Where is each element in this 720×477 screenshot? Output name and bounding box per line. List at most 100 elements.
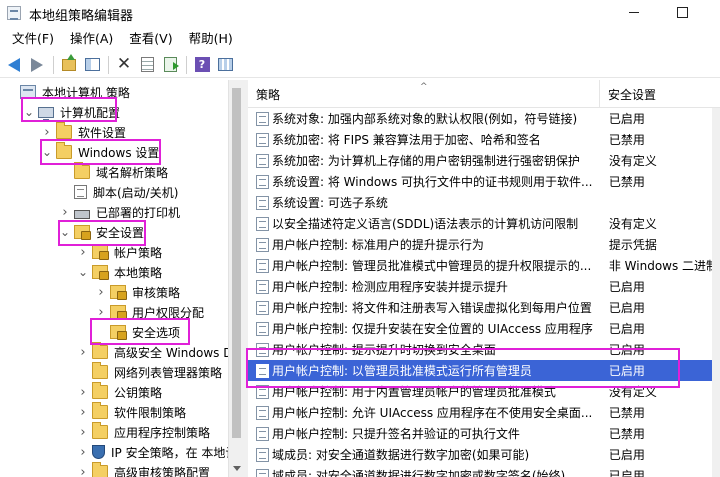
policy-row[interactable]: 域成员: 对安全通道数据进行数字加密或数字签名(始终) 已启用 xyxy=(248,465,712,477)
tree-item[interactable]: › 软件设置 xyxy=(42,122,128,142)
chevron-down-icon[interactable]: ⌄ xyxy=(24,106,34,118)
tree-scrollbar-thumb[interactable] xyxy=(232,88,241,438)
policy-row-selected[interactable]: 用户帐户控制: 以管理员批准模式运行所有管理员 已启用 xyxy=(248,360,712,381)
tree-item[interactable]: › 已部署的打印机 xyxy=(60,202,182,222)
tree-item[interactable]: 网络列表管理器策略 xyxy=(78,362,224,382)
script-doc-icon xyxy=(74,185,87,199)
policy-setting-icon xyxy=(256,195,269,210)
tree-item[interactable]: › IP 安全策略，在 本地计 xyxy=(78,442,228,462)
policy-row[interactable]: 以安全描述符定义语言(SDDL)语法表示的计算机访问限制 没有定义 xyxy=(248,213,712,234)
menu-action[interactable]: 操作(A) xyxy=(62,28,121,50)
chevron-right-icon[interactable]: › xyxy=(78,445,88,460)
policy-setting-icon xyxy=(256,279,269,294)
shield-icon xyxy=(92,445,105,459)
properties-icon xyxy=(140,57,154,72)
chevron-right-icon[interactable]: › xyxy=(78,385,88,400)
tree-item[interactable]: 域名解析策略 xyxy=(60,162,170,182)
policy-security-setting: 已禁用 xyxy=(608,133,645,147)
policy-icon xyxy=(20,85,36,99)
chevron-right-icon[interactable]: › xyxy=(96,305,106,320)
security-folder-icon xyxy=(92,265,109,280)
maximize-button[interactable] xyxy=(660,2,704,24)
forward-button[interactable] xyxy=(26,54,48,76)
chevron-right-icon[interactable]: › xyxy=(78,345,88,360)
tree-item-label: 计算机配置 xyxy=(60,105,121,120)
policy-setting-icon xyxy=(256,384,269,399)
scroll-down-arrow-icon[interactable] xyxy=(233,466,241,471)
policy-row[interactable]: 系统设置: 可选子系统 xyxy=(248,192,712,213)
chevron-right-icon[interactable]: › xyxy=(78,245,88,260)
policy-row[interactable]: 系统对象: 加强内部系统对象的默认权限(例如，符号链接) 已启用 xyxy=(248,108,712,129)
tree-item[interactable]: › 审核策略 xyxy=(96,282,182,302)
tree-item-label: 帐户策略 xyxy=(114,245,163,260)
export-list-button[interactable] xyxy=(159,54,181,76)
policy-security-setting: 没有定义 xyxy=(608,385,657,399)
column-header-policy[interactable]: 策略 xyxy=(248,80,600,108)
tree-item[interactable]: ⌄ 安全设置 xyxy=(60,222,146,242)
policy-list-pane: ^ 策略 安全设置 系统对象: 加强内部系统对象的默认权限(例如，符号链接) 已启… xyxy=(248,80,720,477)
list-scrollbar[interactable] xyxy=(712,108,720,477)
chevron-right-icon[interactable]: › xyxy=(60,205,70,220)
chevron-right-icon[interactable]: › xyxy=(78,465,88,477)
policy-security-setting: 已启用 xyxy=(608,469,645,477)
show-hide-tree-button[interactable] xyxy=(81,54,103,76)
security-folder-icon xyxy=(110,285,127,300)
tree-item[interactable]: › 公钥策略 xyxy=(78,382,164,402)
tree-item[interactable]: › 软件限制策略 xyxy=(78,402,188,422)
policy-row[interactable]: 系统加密: 为计算机上存储的用户密钥强制进行强密钥保护 没有定义 xyxy=(248,150,712,171)
help-button[interactable]: ? xyxy=(191,54,213,76)
policy-setting-icon xyxy=(256,363,269,378)
tree-item[interactable]: 脚本(启动/关机) xyxy=(60,182,180,202)
tree-item[interactable]: ⌄ Windows 设置 xyxy=(42,142,161,162)
tree-item[interactable]: ⌄ 本地策略 xyxy=(78,262,164,282)
policy-row[interactable]: 用户帐户控制: 标准用户的提升提示行为 提示凭据 xyxy=(248,234,712,255)
policy-row[interactable]: 域成员: 对安全通道数据进行数字加密(如果可能) 已启用 xyxy=(248,444,712,465)
policy-security-setting: 已启用 xyxy=(608,301,645,315)
policy-row[interactable]: 用户帐户控制: 检测应用程序安装并提示提升 已启用 xyxy=(248,276,712,297)
chevron-down-icon[interactable]: ⌄ xyxy=(42,146,52,158)
policy-row[interactable]: 系统加密: 将 FIPS 兼容算法用于加密、哈希和签名 已禁用 xyxy=(248,129,712,150)
toolbar-separator xyxy=(186,55,187,74)
tree-item[interactable]: › 帐户策略 xyxy=(78,242,164,262)
tree-item-label: 安全设置 xyxy=(96,225,145,240)
menu-view[interactable]: 查看(V) xyxy=(121,28,180,50)
menu-help[interactable]: 帮助(H) xyxy=(181,28,241,50)
tree-item[interactable]: › 高级安全 Windows De xyxy=(78,342,228,362)
policy-security-setting: 已启用 xyxy=(608,322,645,336)
view-icon xyxy=(217,58,233,71)
chevron-down-icon[interactable]: ⌄ xyxy=(60,226,70,238)
back-button[interactable] xyxy=(3,54,25,76)
policy-row[interactable]: 用户帐户控制: 用于内置管理员帐户的管理员批准模式 没有定义 xyxy=(248,381,712,402)
chevron-right-icon[interactable]: › xyxy=(78,425,88,440)
chevron-down-icon[interactable]: ⌄ xyxy=(78,266,88,278)
minimize-button[interactable] xyxy=(612,2,656,24)
tree-item-label: 脚本(启动/关机) xyxy=(93,185,179,200)
tree-scrollbar[interactable] xyxy=(228,80,244,477)
menu-file[interactable]: 文件(F) xyxy=(4,28,62,50)
policy-row[interactable]: 系统设置: 将 Windows 可执行文件中的证书规则用于软件... 已禁用 xyxy=(248,171,712,192)
policy-row[interactable]: 用户帐户控制: 将文件和注册表写入错误虚拟化到每用户位置 已启用 xyxy=(248,297,712,318)
tree-item[interactable]: › 高级审核策略配置 xyxy=(78,462,212,477)
policy-row[interactable]: 用户帐户控制: 仅提升安装在安全位置的 UIAccess 应用程序 已启用 xyxy=(248,318,712,339)
chevron-right-icon[interactable]: › xyxy=(78,405,88,420)
tree-item[interactable]: › 应用程序控制策略 xyxy=(78,422,212,442)
policy-setting-icon xyxy=(256,111,269,126)
tree-item[interactable]: 安全选项 xyxy=(96,322,182,342)
tree-item-label: 软件限制策略 xyxy=(114,405,187,420)
policy-row[interactable]: 用户帐户控制: 提示提升时切换到安全桌面 已启用 xyxy=(248,339,712,360)
up-level-button[interactable] xyxy=(58,53,80,76)
policy-setting-icon xyxy=(256,405,269,420)
policy-row[interactable]: 用户帐户控制: 允许 UIAccess 应用程序在不使用安全桌面... 已禁用 xyxy=(248,402,712,423)
view-button[interactable] xyxy=(214,54,236,76)
chevron-right-icon[interactable]: › xyxy=(96,285,106,300)
tree-item[interactable]: › 用户权限分配 xyxy=(96,302,206,322)
policy-row[interactable]: 用户帐户控制: 只提升签名并验证的可执行文件 已禁用 xyxy=(248,423,712,444)
properties-button[interactable] xyxy=(136,54,158,76)
delete-button[interactable]: ✕ xyxy=(113,54,135,76)
column-header-security-setting[interactable]: 安全设置 xyxy=(600,80,720,108)
tree-item[interactable]: 本地计算机 策略 xyxy=(6,82,132,102)
tree-item[interactable]: ⌄ 计算机配置 xyxy=(24,102,122,122)
tree-item-label: 已部署的打印机 xyxy=(96,205,181,220)
policy-row[interactable]: 用户帐户控制: 管理员批准模式中管理员的提升权限提示的... 非 Windows … xyxy=(248,255,712,276)
chevron-right-icon[interactable]: › xyxy=(42,125,52,140)
